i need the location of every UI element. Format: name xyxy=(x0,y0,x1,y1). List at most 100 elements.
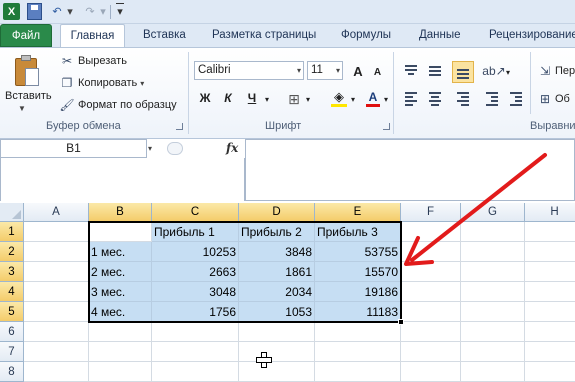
font-size-combo[interactable]: 11 ▾ xyxy=(307,61,343,80)
column-header-d[interactable]: D xyxy=(239,203,315,222)
cell-a2[interactable] xyxy=(24,242,89,262)
name-box[interactable]: B1 xyxy=(0,139,147,158)
column-header-f[interactable]: F xyxy=(401,203,461,222)
cell-c4[interactable]: 3048 xyxy=(152,282,239,302)
align-top-icon[interactable] xyxy=(403,63,419,79)
excel-logo-icon[interactable]: X xyxy=(3,3,20,20)
row-header-8[interactable]: 8 xyxy=(0,362,24,382)
cell-f1[interactable] xyxy=(401,222,461,242)
cell-b8[interactable] xyxy=(89,362,152,382)
underline-dropdown-icon[interactable]: ▾ xyxy=(263,90,271,108)
column-header-a[interactable]: A xyxy=(24,203,89,222)
formula-cancel-icon[interactable] xyxy=(167,142,183,155)
cell-a6[interactable] xyxy=(24,322,89,342)
cell-d4[interactable]: 2034 xyxy=(239,282,315,302)
tab-file[interactable]: Файл xyxy=(0,24,52,47)
row-header-3[interactable]: 3 xyxy=(0,262,24,282)
align-middle-icon[interactable] xyxy=(427,63,443,79)
cell-g3[interactable] xyxy=(461,262,525,282)
cell-a4[interactable] xyxy=(24,282,89,302)
orientation-icon[interactable]: ab↗ xyxy=(482,62,505,80)
font-name-combo[interactable]: Calibri ▾ xyxy=(194,61,304,80)
save-icon[interactable] xyxy=(27,3,42,20)
clipboard-launcher-icon[interactable] xyxy=(176,123,183,130)
cell-a3[interactable] xyxy=(24,262,89,282)
cell-d5[interactable]: 1053 xyxy=(239,302,315,322)
cell-e8[interactable] xyxy=(315,362,401,382)
cell-h4[interactable] xyxy=(525,282,575,302)
orientation-dropdown-icon[interactable]: ▾ xyxy=(504,63,512,81)
cell-e4[interactable]: 19186 xyxy=(315,282,401,302)
cell-f3[interactable] xyxy=(401,262,461,282)
cell-a8[interactable] xyxy=(24,362,89,382)
cell-h2[interactable] xyxy=(525,242,575,262)
cell-b7[interactable] xyxy=(89,342,152,362)
paste-button-label[interactable]: Вставить xyxy=(5,90,52,102)
tab-home[interactable]: Главная xyxy=(60,24,125,48)
cell-f8[interactable] xyxy=(401,362,461,382)
row-header-5[interactable]: 5 xyxy=(0,302,24,322)
decrease-indent-icon[interactable] xyxy=(484,90,500,106)
align-left-icon[interactable] xyxy=(403,90,419,106)
cell-h8[interactable] xyxy=(525,362,575,382)
column-header-b[interactable]: B xyxy=(89,203,152,222)
cell-a7[interactable] xyxy=(24,342,89,362)
undo-icon[interactable]: ↶ xyxy=(50,3,64,20)
cell-f7[interactable] xyxy=(401,342,461,362)
align-bottom-icon[interactable] xyxy=(452,61,474,83)
cell-c2[interactable]: 10253 xyxy=(152,242,239,262)
column-header-h[interactable]: H xyxy=(525,203,575,222)
cell-d6[interactable] xyxy=(239,322,315,342)
fill-color-icon[interactable]: ◈ xyxy=(331,89,347,107)
row-header-4[interactable]: 4 xyxy=(0,282,24,302)
cell-b1[interactable] xyxy=(89,222,152,242)
paste-icon[interactable] xyxy=(13,54,41,88)
cell-d8[interactable] xyxy=(239,362,315,382)
cell-d2[interactable]: 3848 xyxy=(239,242,315,262)
borders-dropdown-icon[interactable]: ▾ xyxy=(304,90,312,108)
cell-g6[interactable] xyxy=(461,322,525,342)
cell-a1[interactable] xyxy=(24,222,89,242)
column-header-c[interactable]: C xyxy=(152,203,239,222)
cell-b6[interactable] xyxy=(89,322,152,342)
row-header-7[interactable]: 7 xyxy=(0,342,24,362)
select-all-corner[interactable] xyxy=(0,203,24,222)
insert-function-icon[interactable]: fx xyxy=(226,141,238,155)
borders-icon[interactable]: ⊞ xyxy=(286,90,302,108)
format-painter-button[interactable]: 🖌 Формат по образцу xyxy=(59,96,176,114)
row-header-1[interactable]: 1 xyxy=(0,222,24,242)
cell-h3[interactable] xyxy=(525,262,575,282)
font-name-dropdown-icon[interactable]: ▾ xyxy=(297,62,301,79)
cell-b5[interactable]: 4 мес. xyxy=(89,302,152,322)
cell-f6[interactable] xyxy=(401,322,461,342)
copy-button[interactable]: ❐ Копировать ▾ xyxy=(59,74,145,92)
cell-g1[interactable] xyxy=(461,222,525,242)
shrink-font-icon[interactable]: A xyxy=(371,63,384,81)
cell-f4[interactable] xyxy=(401,282,461,302)
grow-font-icon[interactable]: A xyxy=(351,62,365,80)
cell-h6[interactable] xyxy=(525,322,575,342)
cell-h7[interactable] xyxy=(525,342,575,362)
cell-d7[interactable] xyxy=(239,342,315,362)
align-right-icon[interactable] xyxy=(455,90,471,106)
cell-c8[interactable] xyxy=(152,362,239,382)
formula-input[interactable] xyxy=(245,139,575,201)
tab-page-layout[interactable]: Разметка страницы xyxy=(212,24,316,47)
tab-formulas[interactable]: Формулы xyxy=(341,24,391,47)
fill-color-dropdown-icon[interactable]: ▾ xyxy=(349,90,357,108)
cell-g7[interactable] xyxy=(461,342,525,362)
cell-c5[interactable]: 1756 xyxy=(152,302,239,322)
align-center-icon[interactable] xyxy=(427,90,443,106)
cell-e7[interactable] xyxy=(315,342,401,362)
name-box-dropdown-icon[interactable]: ▾ xyxy=(148,139,158,158)
cell-f5[interactable] xyxy=(401,302,461,322)
undo-dropdown-icon[interactable]: ▾ xyxy=(66,3,74,20)
cell-d1[interactable]: Прибыль 2 xyxy=(239,222,315,242)
column-header-g[interactable]: G xyxy=(461,203,525,222)
cell-g8[interactable] xyxy=(461,362,525,382)
cell-b2[interactable]: 1 мес. xyxy=(89,242,152,262)
underline-button[interactable]: Ч xyxy=(245,89,259,107)
cell-c3[interactable]: 2663 xyxy=(152,262,239,282)
font-color-icon[interactable]: A xyxy=(366,89,380,107)
redo-dropdown-icon[interactable]: ▾ xyxy=(99,3,107,20)
